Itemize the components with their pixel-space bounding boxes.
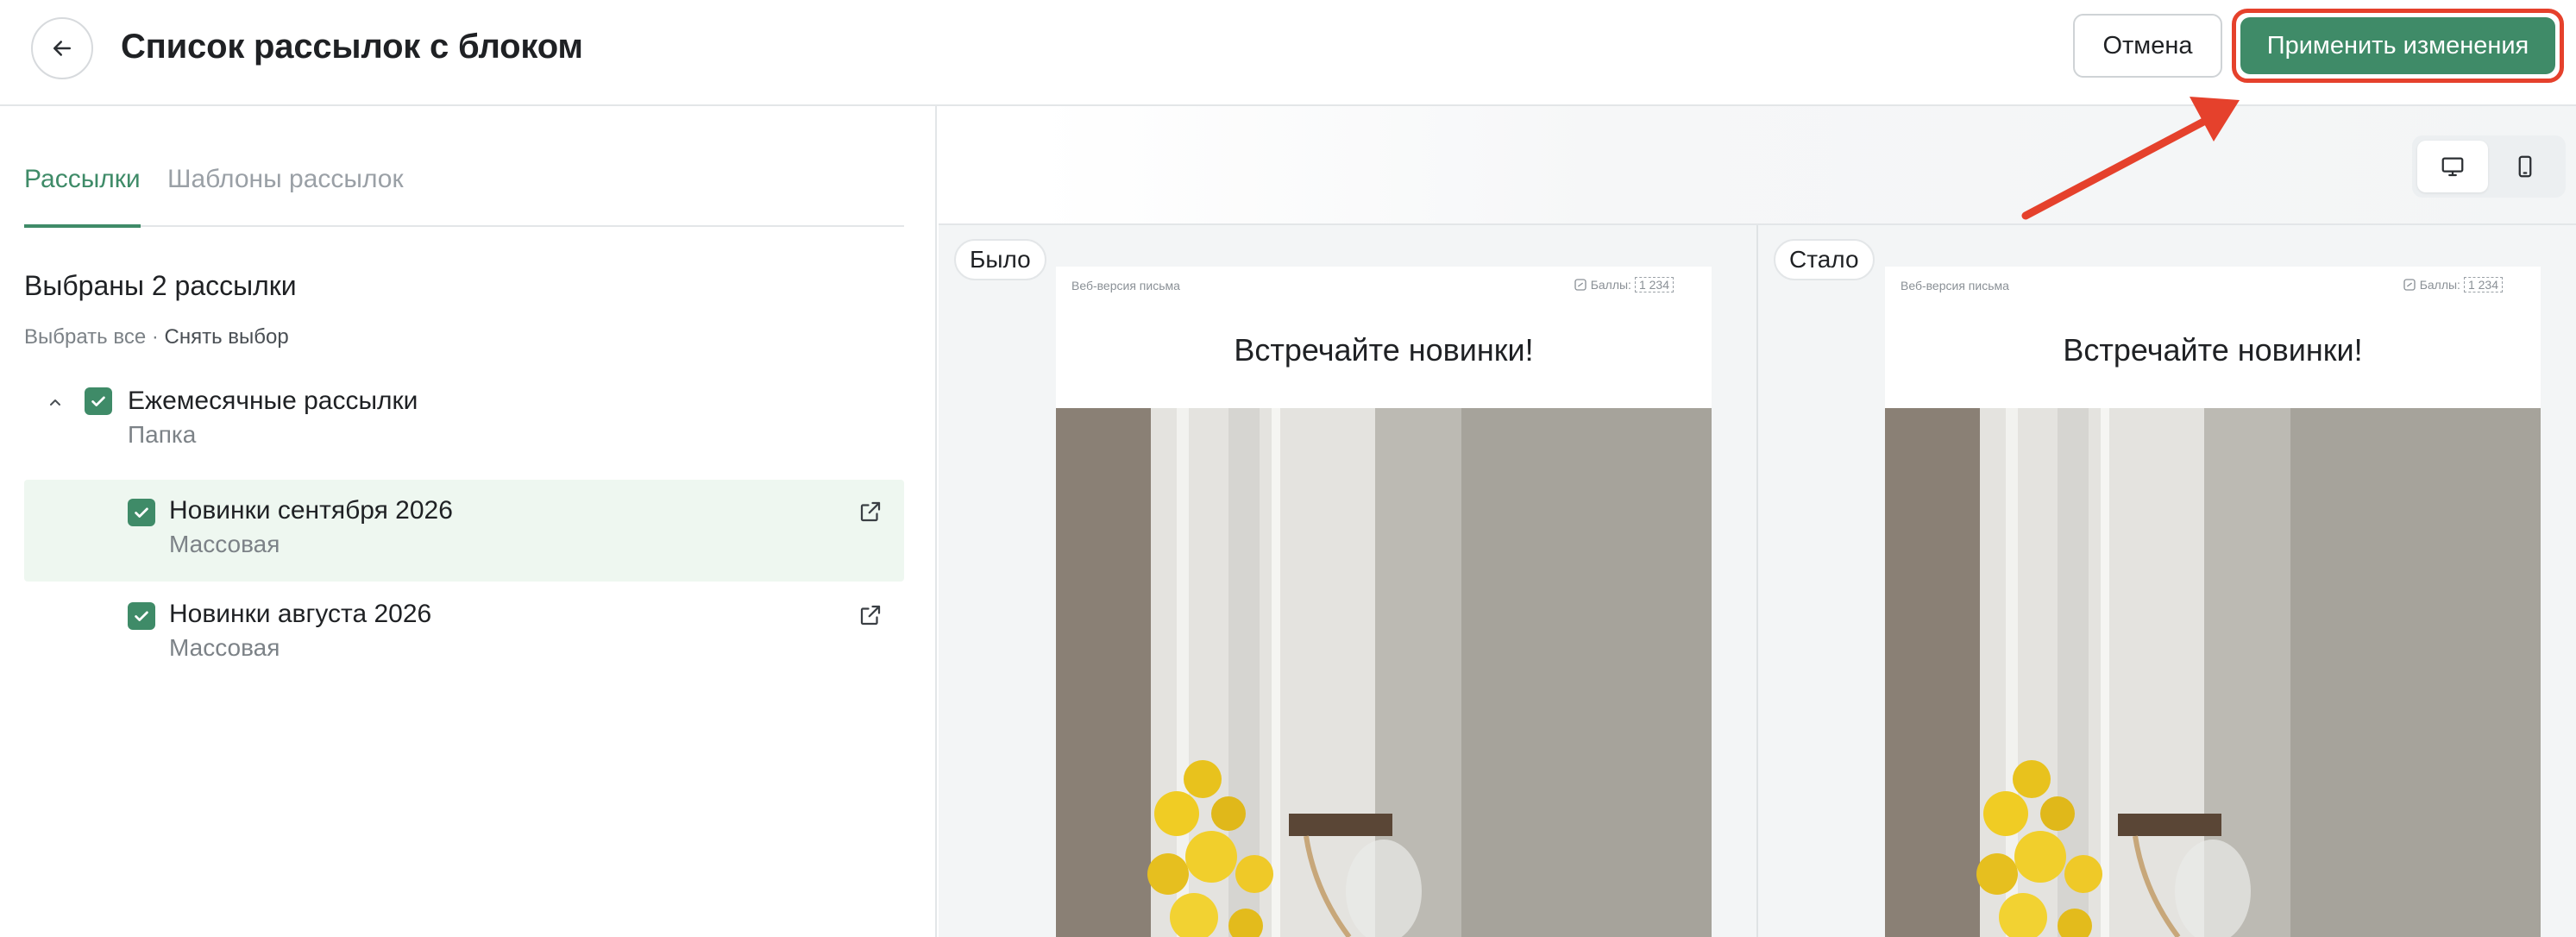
- after-label: Стало: [1774, 239, 1875, 280]
- points-value: 1 234: [1634, 277, 1674, 292]
- web-version-link[interactable]: Веб-версия письма: [1071, 279, 1180, 292]
- email-heading: Встречайте новинки!: [1234, 332, 1534, 368]
- header: Список рассылок с блоком Отмена Применит…: [0, 0, 2576, 106]
- tab-campaigns[interactable]: Рассылки: [24, 158, 141, 228]
- campaign-title: Новинки августа 2026: [169, 600, 432, 628]
- points-label: Баллы:: [1590, 278, 1631, 292]
- email-heading: Встречайте новинки!: [2063, 332, 2363, 368]
- external-link-icon[interactable]: [858, 499, 883, 525]
- mobile-icon: [2518, 155, 2532, 178]
- campaign-type: Массовая: [169, 531, 280, 557]
- points-icon: [1574, 279, 1586, 291]
- campaign-row[interactable]: Новинки сентября 2026 Массовая: [24, 480, 904, 582]
- arrow-left-icon: [53, 41, 71, 56]
- folder-title: Ежемесячные рассылки: [128, 387, 418, 415]
- folder-subtitle: Папка: [128, 421, 197, 448]
- checkmark-icon: [135, 611, 148, 621]
- points-label: Баллы:: [2419, 278, 2460, 292]
- clear-selection-link[interactable]: Снять выбор: [165, 325, 289, 349]
- campaign-row[interactable]: Новинки августа 2026 Массовая: [24, 583, 904, 685]
- mobile-view-button[interactable]: [2490, 141, 2560, 192]
- email-preview-before: Веб-версия письма Баллы: 1 234 Встречайт…: [1056, 267, 1712, 937]
- page-title: Список рассылок с блоком: [121, 28, 583, 66]
- points-block: Баллы: 1 234: [1574, 277, 1674, 292]
- points-block: Баллы: 1 234: [2403, 277, 2503, 292]
- email-preview-after: Веб-версия письма Баллы: 1 234 Встречайт…: [1885, 267, 2541, 937]
- back-button[interactable]: [31, 17, 93, 79]
- desktop-icon: [2441, 157, 2464, 177]
- preview-panel: Веб-версия письма Баллы: 1 234 Встречайт…: [939, 106, 2576, 937]
- folder-checkbox[interactable]: [85, 387, 112, 415]
- campaign-checkbox[interactable]: [128, 602, 155, 630]
- preview-divider: [1756, 225, 1758, 937]
- chevron-up-icon[interactable]: [45, 393, 66, 413]
- apply-button-highlight: Применить изменения: [2232, 9, 2564, 83]
- campaign-checkbox[interactable]: [128, 499, 155, 526]
- points-icon: [2403, 279, 2416, 291]
- apply-changes-button[interactable]: Применить изменения: [2240, 17, 2555, 74]
- tab-campaign-templates[interactable]: Шаблоны рассылок: [167, 158, 404, 227]
- email-photo: [1885, 408, 2541, 937]
- external-link-icon[interactable]: [858, 602, 883, 628]
- campaign-type: Массовая: [169, 634, 280, 661]
- selection-actions: Выбрать все · Снять выбор: [24, 324, 289, 351]
- select-all-link[interactable]: Выбрать все: [24, 325, 146, 349]
- desktop-view-button[interactable]: [2417, 141, 2488, 192]
- before-label: Было: [954, 239, 1046, 280]
- tabs: Рассылки Шаблоны рассылок: [24, 158, 904, 228]
- campaign-list-panel: Рассылки Шаблоны рассылок Выбраны 2 расс…: [0, 106, 937, 937]
- folder-row: Ежемесячные рассылки Папка: [24, 382, 904, 460]
- checkmark-icon: [135, 507, 148, 518]
- checkmark-icon: [91, 396, 105, 406]
- preview-toolbar: [939, 106, 2576, 225]
- campaign-title: Новинки сентября 2026: [169, 496, 453, 525]
- points-value: 1 234: [2463, 277, 2503, 292]
- web-version-link[interactable]: Веб-версия письма: [1901, 279, 2009, 292]
- device-toggle: [2412, 135, 2566, 198]
- selection-count: Выбраны 2 рассылки: [24, 270, 297, 301]
- cancel-button[interactable]: Отмена: [2073, 14, 2222, 78]
- separator: ·: [146, 325, 165, 349]
- email-photo: [1056, 408, 1712, 937]
